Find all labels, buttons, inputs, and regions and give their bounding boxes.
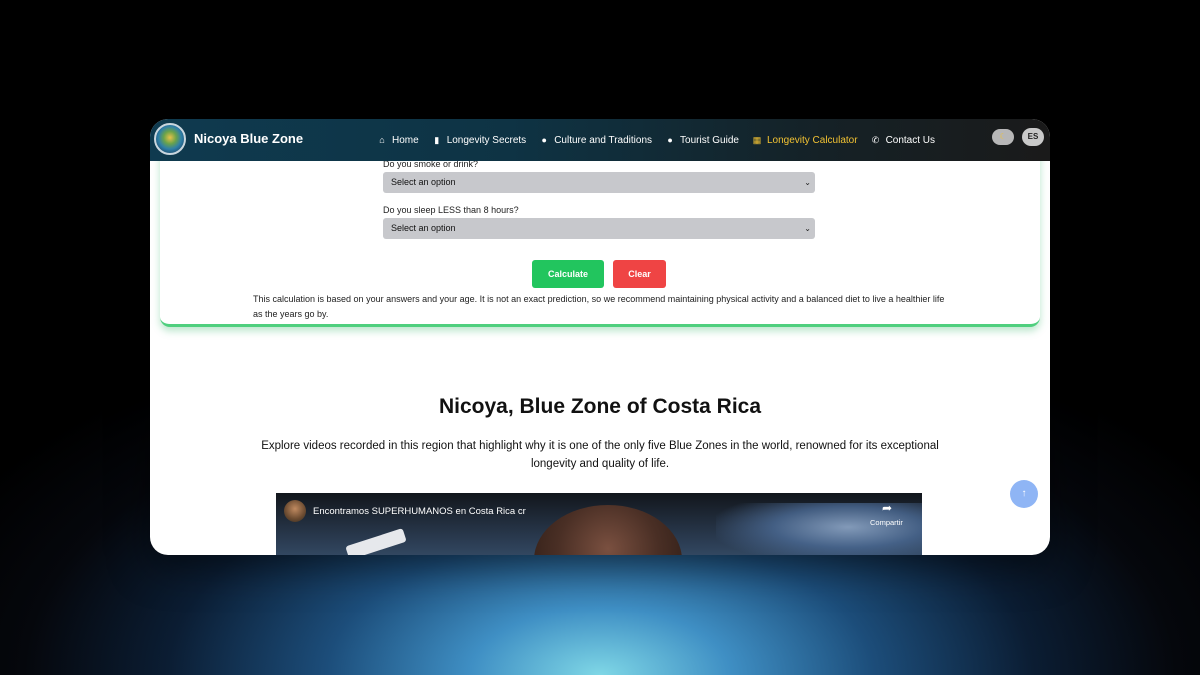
home-icon: ⌂: [379, 135, 385, 145]
nav-item-label: Longevity Calculator: [766, 134, 858, 146]
calculator-icon: ▦: [752, 134, 762, 145]
calculator-card: Do you smoke or drink? Select an option …: [160, 149, 1040, 327]
video-thumbnail-shape: [345, 528, 407, 555]
map-pin-icon: ●: [667, 135, 673, 145]
nav-item-label: Longevity Secrets: [446, 134, 527, 146]
chevron-down-icon: ⌄: [804, 178, 811, 187]
nav-item-label: Contact Us: [885, 134, 936, 146]
smoke-select-value: Select an option: [391, 177, 456, 187]
theme-toggle[interactable]: ☾: [992, 129, 1014, 145]
nav-item-home[interactable]: ⌂ Home: [377, 134, 419, 146]
nav-item-label: Tourist Guide: [680, 134, 739, 146]
nav-item-longevity-secrets[interactable]: ▮ Longevity Secrets: [432, 134, 527, 146]
logo-icon[interactable]: [154, 123, 186, 155]
nav-item-label: Culture and Traditions: [554, 134, 653, 146]
browser-window: Nicoya Blue Zone ⌂ Home ▮ Longevity Secr…: [150, 119, 1050, 555]
channel-avatar[interactable]: [284, 500, 306, 522]
section-description: Explore videos recorded in this region t…: [261, 440, 939, 470]
nav-item-contact[interactable]: ✆ Contact Us: [871, 135, 935, 146]
smoke-select[interactable]: Select an option ⌄: [383, 172, 815, 193]
sleep-select-value: Select an option: [391, 223, 456, 233]
nav-item-tourist-guide[interactable]: ● Tourist Guide: [665, 135, 739, 146]
nav-item-label: Home: [392, 134, 419, 146]
language-button[interactable]: ES: [1022, 128, 1044, 146]
moon-icon: ☾: [999, 132, 1007, 141]
nav-item-culture[interactable]: ● Culture and Traditions: [539, 135, 652, 146]
share-label[interactable]: Compartir: [870, 518, 903, 527]
question-sleep-label: Do you sleep LESS than 8 hours?: [383, 205, 519, 215]
calculate-button[interactable]: Calculate: [532, 260, 604, 288]
video-title[interactable]: Encontramos SUPERHUMANOS en Costa Rica c…: [313, 506, 526, 517]
chevron-down-icon: ⌄: [804, 224, 811, 233]
nav-item-longevity-calculator[interactable]: ▦ Longevity Calculator: [752, 135, 858, 146]
phone-icon: ✆: [871, 134, 880, 145]
sleep-select[interactable]: Select an option ⌄: [383, 218, 815, 239]
top-navbar: Nicoya Blue Zone ⌂ Home ▮ Longevity Secr…: [150, 119, 1050, 161]
calculator-disclaimer: This calculation is based on your answer…: [253, 294, 945, 319]
video-thumbnail-person: [534, 505, 682, 555]
nav-links: ⌂ Home ▮ Longevity Secrets ● Culture and…: [377, 119, 948, 161]
share-icon[interactable]: ➦: [882, 501, 892, 515]
scroll-to-top-button[interactable]: ↑: [1010, 480, 1038, 508]
brand-title[interactable]: Nicoya Blue Zone: [194, 131, 303, 146]
video-player[interactable]: Encontramos SUPERHUMANOS en Costa Rica c…: [276, 493, 922, 555]
section-title: Nicoya, Blue Zone of Costa Rica: [438, 395, 762, 418]
book-icon: ▮: [434, 134, 440, 145]
map-pin-icon: ●: [541, 135, 547, 145]
clear-button[interactable]: Clear: [613, 260, 666, 288]
